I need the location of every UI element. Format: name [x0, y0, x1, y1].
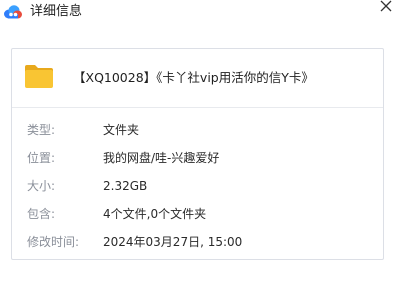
file-header: 【XQ10028】《卡丫社vip用活你的信Y卡》: [12, 49, 383, 108]
folder-icon: [24, 63, 54, 89]
property-value: 我的网盘/哇-兴趣爱好: [103, 151, 220, 165]
property-value: 2.32GB: [103, 179, 148, 193]
property-row-type: 类型: 文件夹: [12, 120, 383, 140]
details-dialog: 详细信息 【XQ10028】《卡丫社vip用活你的信Y卡》 类型: 文件夹 位置…: [0, 0, 399, 288]
file-name: 【XQ10028】《卡丫社vip用活你的信Y卡》: [73, 70, 314, 85]
dialog-title: 详细信息: [30, 4, 83, 19]
property-label: 位置:: [27, 151, 56, 165]
title-bar: 详细信息: [0, 0, 399, 26]
close-icon: [380, 0, 392, 12]
property-label: 修改时间:: [27, 235, 80, 249]
property-row-contains: 包含: 4个文件,0个文件夹: [12, 204, 383, 224]
property-value: 文件夹: [103, 123, 140, 137]
property-row-modified: 修改时间: 2024年03月27日, 15:00: [12, 232, 383, 252]
property-label: 类型:: [27, 123, 56, 137]
cloud-icon: [3, 4, 23, 20]
property-row-location: 位置: 我的网盘/哇-兴趣爱好: [12, 148, 383, 168]
property-value: 2024年03月27日, 15:00: [103, 235, 243, 249]
property-row-size: 大小: 2.32GB: [12, 176, 383, 196]
property-value: 4个文件,0个文件夹: [103, 207, 207, 221]
details-card: 【XQ10028】《卡丫社vip用活你的信Y卡》 类型: 文件夹 位置: 我的网…: [11, 48, 384, 260]
property-label: 大小:: [27, 179, 56, 193]
close-button[interactable]: [379, 0, 393, 14]
property-label: 包含:: [27, 207, 56, 221]
